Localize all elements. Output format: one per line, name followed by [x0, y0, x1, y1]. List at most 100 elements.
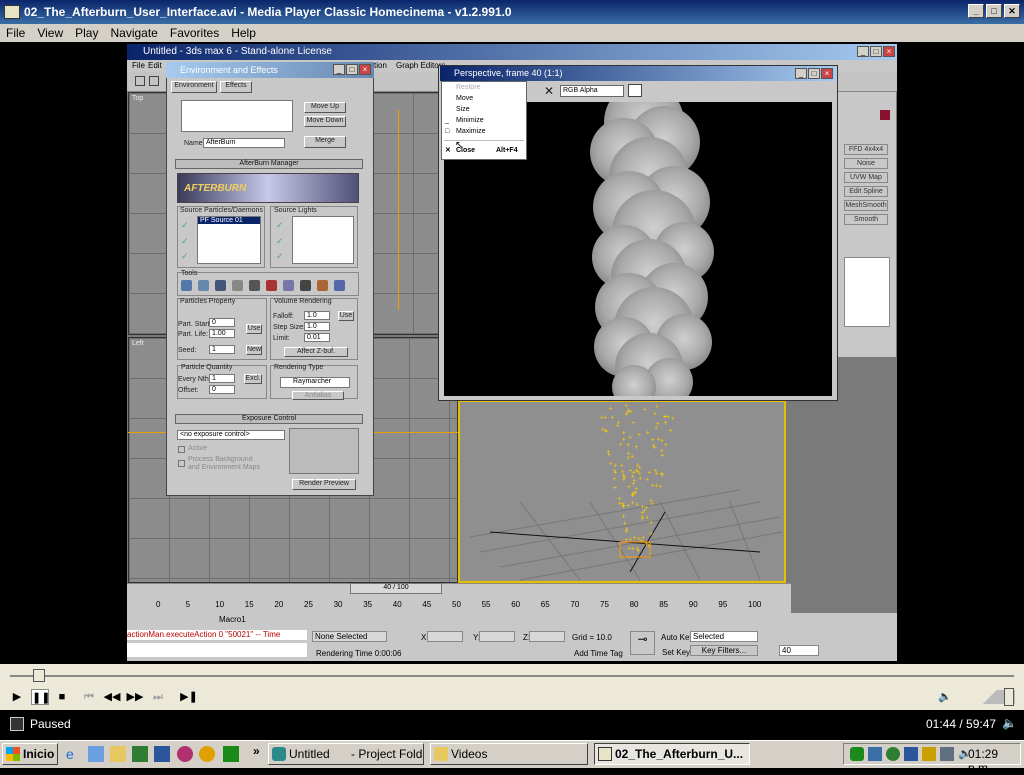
tray-icon-6[interactable] — [940, 747, 954, 761]
menu-view[interactable]: View — [31, 26, 69, 40]
menu-help[interactable]: Help — [225, 26, 262, 40]
minimize-button[interactable]: _ — [968, 4, 984, 18]
explorer-icon[interactable] — [110, 746, 126, 762]
app-icon[interactable] — [4, 5, 20, 19]
falloff-field: 1.0 — [304, 311, 330, 320]
tray-icon-3[interactable] — [886, 747, 900, 761]
taskbar-max-label: Untitled — [289, 747, 330, 761]
volume-thumb[interactable] — [1004, 688, 1014, 706]
taskbar-max[interactable]: Untitled - Project Fold... — [268, 743, 424, 765]
tray-icon-4[interactable] — [904, 747, 918, 761]
particle-quantity-label: Particle Quantity — [181, 364, 233, 371]
player-quick-icon[interactable] — [199, 746, 215, 762]
menu-favorites[interactable]: Favorites — [164, 26, 225, 40]
next-button[interactable]: ⏭ — [149, 689, 167, 705]
seek-thumb[interactable] — [33, 669, 46, 682]
timeline-tick: 70 — [570, 600, 580, 609]
particle-mark: + — [655, 403, 659, 410]
sysmenu-restore[interactable]: Restore — [442, 82, 526, 93]
desktop-icon[interactable] — [88, 746, 104, 762]
set-key-button: Set Key — [662, 648, 691, 657]
viewport-perspective: + + + + + + + + + + + + + + + + + + + + + + + + + + + + + + + + + + + + + + + +… — [458, 400, 786, 583]
word-icon[interactable] — [154, 746, 170, 762]
effects-list — [181, 100, 293, 132]
mod-editspline: Edit Spline — [844, 186, 888, 197]
particle-mark: + — [612, 468, 616, 475]
menu-navigate[interactable]: Navigate — [104, 26, 163, 40]
stop-button[interactable]: ■ — [53, 689, 71, 705]
tray-icon-5[interactable] — [922, 747, 936, 761]
seek-track[interactable] — [10, 675, 1014, 677]
tray-icon-2[interactable] — [868, 747, 882, 761]
prev-button[interactable]: ⏮ — [80, 689, 98, 705]
clear-icon: ✕ — [544, 84, 555, 98]
timeline-tick: 60 — [511, 600, 521, 609]
maxscript-input — [127, 643, 307, 657]
windows-logo-icon — [6, 747, 20, 761]
player-status-bar: Paused 01:44 / 59:47 🔈 — [0, 712, 1024, 738]
timeline-tick: 100 — [748, 600, 762, 609]
particle-mark: + — [626, 442, 630, 449]
env-close: × — [359, 64, 371, 75]
volume-icon[interactable]: 🔈 — [936, 689, 954, 705]
offset-field: 0 — [209, 385, 235, 394]
frame-step-button[interactable]: ▶❚ — [180, 689, 198, 705]
part-start-field: 0 — [209, 318, 235, 327]
system-tray: 🔈 01:29 p.m. — [843, 743, 1021, 775]
sysmenu-move[interactable]: Move — [442, 93, 526, 104]
rendering-time: Rendering Time 0:00:06 — [316, 649, 402, 658]
rewind-button[interactable]: ◀◀ — [103, 689, 121, 705]
mod-smooth: Smooth — [844, 214, 888, 225]
taskbar-videos[interactable]: Videos — [430, 743, 588, 765]
new-label: New — [247, 346, 262, 353]
timeline-tick: 85 — [659, 600, 669, 609]
add-lights-icon: ✓ — [276, 236, 284, 246]
volume-tray-icon[interactable]: 🔈 — [958, 747, 972, 761]
taskbar-mpc[interactable]: 02_The_Afterburn_U... — [594, 743, 750, 765]
media-icon[interactable] — [177, 746, 193, 762]
start-button[interactable]: Inicio — [2, 743, 58, 765]
status-icon — [10, 717, 24, 731]
more-chevron-icon[interactable]: » — [253, 744, 260, 758]
sysmenu-maximize[interactable]: □ Maximize — [442, 126, 526, 137]
particle-mark: + — [616, 422, 620, 429]
particle-mark: + — [671, 415, 675, 422]
menu-file[interactable]: File — [0, 26, 31, 40]
rendering-type-label: Rendering Type — [274, 364, 324, 371]
close-button[interactable]: ✕ — [1004, 4, 1020, 18]
particle-mark: + — [643, 406, 647, 413]
affect-zbuffer-button: Affect Z-buf. — [284, 347, 348, 357]
timeline-tick: 55 — [481, 600, 491, 609]
forward-button[interactable]: ▶▶ — [126, 689, 144, 705]
exposure-control-rollout: Exposure Control — [175, 414, 363, 424]
grid-status: Grid = 10.0 — [572, 633, 612, 642]
tool-icon — [232, 280, 243, 291]
particle-mark: + — [638, 470, 642, 477]
time-display: 01:44 / 59:47 — [926, 717, 997, 731]
renderer-select: Raymarcher — [280, 377, 350, 388]
key-mode-value: Selected — [693, 632, 725, 641]
tray-icon-1[interactable] — [850, 747, 864, 761]
sysmenu-size[interactable]: Size — [442, 104, 526, 115]
manager-label: AfterBurn Manager — [239, 160, 299, 167]
mouse-cursor-icon: ↖ — [455, 140, 464, 151]
maximize-button[interactable]: □ — [986, 4, 1002, 18]
excl-label: Excl. — [245, 375, 261, 382]
exposure-value: <no exposure control> — [180, 431, 250, 438]
particle-mark: + — [658, 484, 662, 491]
particle-mark: + — [637, 536, 641, 543]
limit-field: 0.01 — [304, 333, 330, 342]
command-panel: FFD 4x4x4 Noise UVW Map Edit Spline Mesh… — [838, 92, 896, 357]
remove-lights-icon: ✓ — [276, 251, 284, 261]
merge-button: Merge — [304, 136, 346, 148]
process-bg-checkbox — [178, 460, 185, 467]
sysmenu-minimize[interactable]: _ Minimize — [442, 115, 526, 126]
excel-icon[interactable] — [132, 746, 148, 762]
move-label: Move — [456, 95, 474, 102]
seed-value: 1 — [212, 346, 216, 353]
app-quick-icon[interactable] — [223, 746, 239, 762]
menu-play[interactable]: Play — [69, 26, 104, 40]
ie-icon[interactable]: e — [66, 746, 82, 762]
play-button[interactable]: ▶ — [8, 689, 26, 705]
pause-button[interactable]: ❚❚ — [31, 689, 50, 705]
